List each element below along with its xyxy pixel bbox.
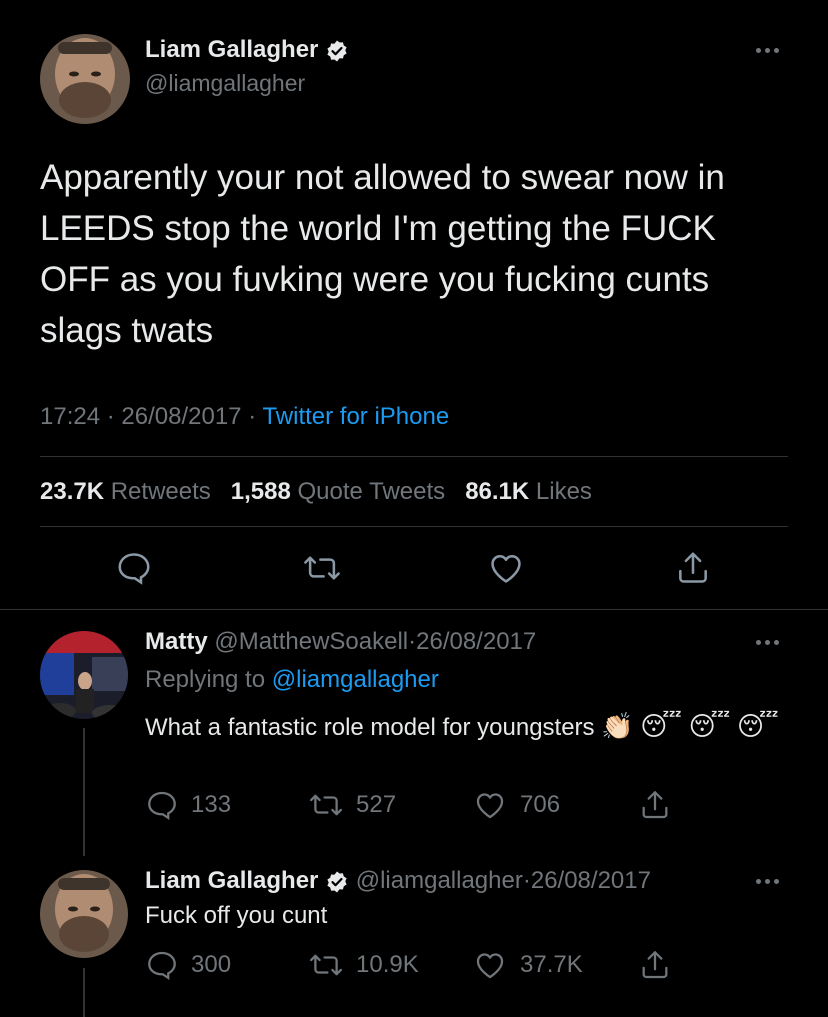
avatar-image bbox=[40, 631, 128, 719]
divider bbox=[40, 456, 788, 457]
reply-count: 300 bbox=[191, 951, 232, 978]
like-count: 37.7K bbox=[520, 951, 583, 978]
author-handle[interactable]: @liamgallagher bbox=[145, 70, 305, 97]
more-options-icon[interactable] bbox=[756, 48, 779, 53]
reply-button[interactable]: 133 bbox=[145, 788, 231, 822]
like-button[interactable]: 706 bbox=[472, 788, 560, 822]
retweets-count: 23.7K bbox=[40, 478, 105, 505]
reply-author-handle[interactable]: @liamgallagher bbox=[356, 867, 523, 894]
like-heart-icon bbox=[476, 793, 504, 819]
verified-badge-icon bbox=[327, 871, 347, 893]
like-heart-icon bbox=[476, 953, 504, 979]
share-icon[interactable] bbox=[674, 549, 712, 587]
reply-date[interactable]: 26/08/2017 bbox=[531, 867, 651, 894]
reply-avatar[interactable] bbox=[40, 870, 128, 958]
reply-icon bbox=[148, 791, 176, 821]
replying-to: Replying to @liamgallagher bbox=[145, 666, 439, 694]
retweet-count: 527 bbox=[356, 791, 397, 818]
sleeping-face-emoji: 😴 bbox=[640, 711, 682, 741]
tweet-meta: 17:24 · 26/08/2017 · Twitter for iPhone bbox=[40, 403, 449, 431]
retweet-icon bbox=[309, 794, 343, 816]
meta-separator: · bbox=[106, 403, 115, 430]
thread-line bbox=[83, 728, 85, 856]
likes-count: 86.1K bbox=[465, 478, 530, 505]
tweet-text-line: Apparently your not allowed to swear now… bbox=[40, 158, 725, 197]
like-heart-icon[interactable] bbox=[486, 549, 526, 587]
meta-separator: · bbox=[408, 628, 417, 655]
reply-count: 133 bbox=[191, 791, 232, 818]
retweet-button[interactable]: 527 bbox=[308, 788, 396, 822]
retweet-icon[interactable] bbox=[302, 549, 342, 587]
tweet-time[interactable]: 17:24 bbox=[40, 403, 100, 430]
like-button[interactable]: 37.7K bbox=[472, 948, 583, 982]
avatar-image bbox=[40, 34, 130, 124]
reply-author-handle[interactable]: @MatthewSoakell bbox=[214, 628, 408, 655]
more-options-icon[interactable] bbox=[756, 640, 779, 645]
reply-text-content: What a fantastic role model for youngste… bbox=[145, 714, 595, 741]
reply-author-name[interactable]: Liam Gallagher bbox=[145, 867, 318, 894]
retweet-button[interactable]: 10.9K bbox=[308, 948, 419, 982]
thread-line bbox=[83, 968, 85, 1017]
retweets-stat[interactable]: 23.7K Retweets bbox=[40, 478, 211, 505]
quotes-count: 1,588 bbox=[230, 478, 291, 505]
author-avatar[interactable] bbox=[40, 34, 130, 124]
author-name[interactable]: Liam Gallagher bbox=[145, 36, 349, 64]
retweets-label: Retweets bbox=[110, 478, 211, 505]
retweet-count: 10.9K bbox=[356, 951, 419, 978]
divider bbox=[0, 609, 828, 610]
tweet-source[interactable]: Twitter for iPhone bbox=[262, 403, 449, 430]
reply-header: Matty @MatthewSoakell·26/08/2017 bbox=[145, 628, 536, 656]
reply-icon[interactable] bbox=[115, 549, 153, 587]
likes-stat[interactable]: 86.1K Likes bbox=[465, 478, 592, 505]
tweet-stats: 23.7K Retweets 1,588 Quote Tweets 86.1K … bbox=[40, 478, 592, 506]
tweet-text-line: slags twats bbox=[40, 311, 214, 350]
share-icon[interactable] bbox=[638, 788, 672, 822]
reply-text: What a fantastic role model for youngste… bbox=[145, 707, 785, 747]
verified-badge-icon bbox=[327, 40, 347, 62]
share-icon[interactable] bbox=[638, 948, 672, 982]
meta-separator: · bbox=[248, 403, 257, 430]
tweet-text-line: LEEDS stop the world I'm getting the FUC… bbox=[40, 209, 716, 248]
tweet-text: Apparently your not allowed to swear now… bbox=[40, 152, 725, 356]
reply-text: Fuck off you cunt bbox=[145, 902, 328, 929]
reply-author-name[interactable]: Matty bbox=[145, 628, 208, 655]
tweet-date[interactable]: 26/08/2017 bbox=[121, 403, 241, 430]
replying-to-label: Replying to bbox=[145, 666, 266, 693]
retweet-icon bbox=[309, 954, 343, 976]
replying-to-handle[interactable]: @liamgallagher bbox=[272, 666, 439, 693]
sleeping-face-emoji: 😴 bbox=[688, 711, 731, 741]
like-count: 706 bbox=[520, 791, 561, 818]
reply-header: Liam Gallagher @liamgallagher·26/08/2017 bbox=[145, 867, 651, 895]
likes-label: Likes bbox=[535, 478, 592, 505]
tweet-text-line: OFF as you fuvking were you fucking cunt… bbox=[40, 260, 710, 299]
author-name-text: Liam Gallagher bbox=[145, 36, 319, 63]
avatar-image bbox=[40, 870, 128, 958]
quotes-label: Quote Tweets bbox=[297, 478, 446, 505]
sleeping-face-emoji: 😴 bbox=[737, 711, 779, 741]
reply-button[interactable]: 300 bbox=[145, 948, 231, 982]
reply-icon bbox=[148, 951, 176, 981]
clapping-hands-emoji: 👏🏻 bbox=[601, 711, 634, 741]
meta-separator: · bbox=[522, 867, 531, 894]
quotes-stat[interactable]: 1,588 Quote Tweets bbox=[231, 478, 445, 505]
divider bbox=[40, 526, 788, 527]
more-options-icon[interactable] bbox=[756, 879, 779, 884]
reply-avatar[interactable] bbox=[40, 631, 128, 719]
reply-date[interactable]: 26/08/2017 bbox=[416, 628, 536, 655]
